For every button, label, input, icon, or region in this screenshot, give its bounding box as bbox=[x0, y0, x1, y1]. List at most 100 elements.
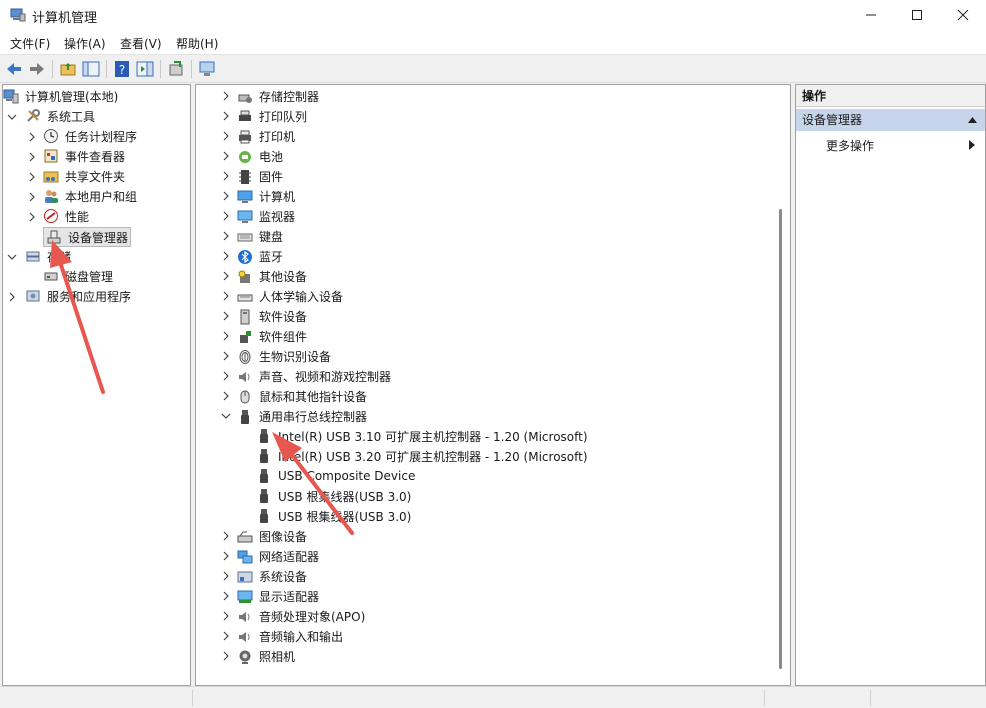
computer-management-icon bbox=[3, 89, 19, 104]
tools-icon bbox=[27, 109, 40, 122]
chevron-right-icon[interactable] bbox=[27, 212, 37, 222]
console-tree-item[interactable]: 本地用户和组 bbox=[3, 187, 190, 207]
minimize-button[interactable] bbox=[848, 0, 894, 30]
vertical-scrollbar[interactable] bbox=[779, 209, 782, 669]
actions-header: 操作 bbox=[796, 85, 985, 107]
device-category[interactable]: 蓝牙 bbox=[196, 246, 776, 266]
chevron-right-icon[interactable] bbox=[221, 311, 231, 321]
usb-device-item[interactable]: USB Composite Device bbox=[256, 466, 415, 486]
clock-icon bbox=[44, 129, 58, 143]
device-category[interactable]: 音频输入和输出 bbox=[196, 626, 776, 646]
chevron-right-icon[interactable] bbox=[221, 291, 231, 301]
console-tree-item[interactable]: 计算机管理(本地) bbox=[3, 87, 190, 107]
menu-view[interactable]: 查看(V) bbox=[120, 35, 162, 52]
device-category[interactable]: 软件设备 bbox=[196, 306, 776, 326]
console-tree-item[interactable]: 设备管理器 bbox=[3, 227, 190, 247]
chevron-down-icon[interactable] bbox=[221, 411, 231, 421]
console-tree-item[interactable]: 任务计划程序 bbox=[3, 127, 190, 147]
maximize-button[interactable] bbox=[894, 0, 940, 30]
chevron-right-icon[interactable] bbox=[221, 111, 231, 121]
chevron-right-icon[interactable] bbox=[221, 611, 231, 621]
console-tree-item[interactable]: 系统工具 bbox=[3, 107, 190, 127]
display-adapter-icon bbox=[237, 590, 253, 603]
device-category[interactable]: 监视器 bbox=[196, 206, 776, 226]
chevron-down-icon[interactable] bbox=[7, 252, 17, 262]
chevron-right-icon[interactable] bbox=[221, 551, 231, 561]
chevron-right-icon[interactable] bbox=[221, 251, 231, 261]
usb-device-item[interactable]: Intel(R) USB 3.10 可扩展主机控制器 - 1.20 (Micro… bbox=[256, 426, 588, 446]
chevron-right-icon[interactable] bbox=[27, 152, 37, 162]
chevron-right-icon[interactable] bbox=[221, 631, 231, 641]
device-category[interactable]: 显示适配器 bbox=[196, 586, 776, 606]
chevron-right-icon[interactable] bbox=[221, 171, 231, 181]
scan-hardware-icon[interactable] bbox=[197, 59, 217, 79]
menu-help[interactable]: 帮助(H) bbox=[176, 35, 218, 52]
device-category[interactable]: 打印机 bbox=[196, 126, 776, 146]
device-category[interactable]: 存储控制器 bbox=[196, 86, 776, 106]
device-category[interactable]: 图像设备 bbox=[196, 526, 776, 546]
chevron-down-icon[interactable] bbox=[7, 112, 17, 122]
chevron-right-icon[interactable] bbox=[221, 371, 231, 381]
device-category[interactable]: 打印队列 bbox=[196, 106, 776, 126]
device-category[interactable]: 音频处理对象(APO) bbox=[196, 606, 776, 626]
console-tree-item[interactable]: 性能 bbox=[3, 207, 190, 227]
chevron-right-icon[interactable] bbox=[221, 591, 231, 601]
back-arrow-icon[interactable] bbox=[4, 59, 24, 79]
chevron-right-icon[interactable] bbox=[221, 651, 231, 661]
device-category[interactable]: 系统设备 bbox=[196, 566, 776, 586]
console-tree-item[interactable]: 共享文件夹 bbox=[3, 167, 190, 187]
export-list-icon[interactable] bbox=[166, 59, 186, 79]
show-action-pane-icon[interactable] bbox=[135, 59, 155, 79]
device-category[interactable]: 固件 bbox=[196, 166, 776, 186]
menu-file[interactable]: 文件(F) bbox=[10, 35, 50, 52]
device-category[interactable]: 声音、视频和游戏控制器 bbox=[196, 366, 776, 386]
device-category[interactable]: 生物识别设备 bbox=[196, 346, 776, 366]
menu-action[interactable]: 操作(A) bbox=[64, 35, 106, 52]
chevron-right-icon[interactable] bbox=[7, 292, 17, 302]
menu-bar: 文件(F) 操作(A) 查看(V) 帮助(H) bbox=[0, 30, 986, 54]
actions-group-device-manager[interactable]: 设备管理器 bbox=[796, 109, 985, 131]
console-tree-item[interactable]: 服务和应用程序 bbox=[3, 287, 190, 307]
chevron-right-icon[interactable] bbox=[27, 192, 37, 202]
usb-device-item[interactable]: USB 根集线器(USB 3.0) bbox=[256, 506, 411, 526]
chevron-right-icon[interactable] bbox=[221, 351, 231, 361]
chevron-right-icon[interactable] bbox=[221, 211, 231, 221]
usb-icon bbox=[260, 449, 268, 463]
device-category[interactable]: 鼠标和其他指针设备 bbox=[196, 386, 776, 406]
console-tree-item[interactable]: 存储 bbox=[3, 247, 190, 267]
more-actions-item[interactable]: 更多操作 bbox=[826, 137, 874, 154]
device-category[interactable]: 键盘 bbox=[196, 226, 776, 246]
help-icon[interactable]: ? bbox=[112, 59, 132, 79]
chevron-right-icon[interactable] bbox=[27, 132, 37, 142]
device-category[interactable]: 其他设备 bbox=[196, 266, 776, 286]
device-category[interactable]: 人体学输入设备 bbox=[196, 286, 776, 306]
usb-device-item[interactable]: USB 根集线器(USB 3.0) bbox=[256, 486, 411, 506]
device-category[interactable]: 软件组件 bbox=[196, 326, 776, 346]
chevron-right-icon[interactable] bbox=[221, 151, 231, 161]
device-category[interactable]: 通用串行总线控制器 bbox=[196, 406, 776, 426]
console-tree-item[interactable]: 事件查看器 bbox=[3, 147, 190, 167]
device-category[interactable]: 网络适配器 bbox=[196, 546, 776, 566]
console-tree-item[interactable]: 磁盘管理 bbox=[3, 267, 190, 287]
chevron-right-icon[interactable] bbox=[221, 191, 231, 201]
chevron-right-icon[interactable] bbox=[221, 391, 231, 401]
show-hide-tree-icon[interactable] bbox=[81, 59, 101, 79]
close-button[interactable] bbox=[940, 0, 986, 30]
device-category[interactable]: 照相机 bbox=[196, 646, 776, 666]
chevron-right-icon[interactable] bbox=[221, 271, 231, 281]
battery-icon bbox=[239, 150, 251, 163]
chevron-right-icon[interactable] bbox=[221, 131, 231, 141]
chevron-right-icon[interactable] bbox=[221, 91, 231, 101]
chevron-right-icon[interactable] bbox=[27, 172, 37, 182]
chevron-right-icon[interactable] bbox=[221, 531, 231, 541]
chevron-right-icon[interactable] bbox=[221, 571, 231, 581]
device-category[interactable]: 电池 bbox=[196, 146, 776, 166]
collapse-up-icon[interactable] bbox=[968, 117, 977, 123]
forward-arrow-icon[interactable] bbox=[27, 59, 47, 79]
chevron-right-icon[interactable] bbox=[221, 331, 231, 341]
usb-device-item[interactable]: Intel(R) USB 3.20 可扩展主机控制器 - 1.20 (Micro… bbox=[256, 446, 588, 466]
up-folder-icon[interactable] bbox=[58, 59, 78, 79]
device-category-label: 鼠标和其他指针设备 bbox=[259, 390, 368, 404]
chevron-right-icon[interactable] bbox=[221, 231, 231, 241]
device-category[interactable]: 计算机 bbox=[196, 186, 776, 206]
